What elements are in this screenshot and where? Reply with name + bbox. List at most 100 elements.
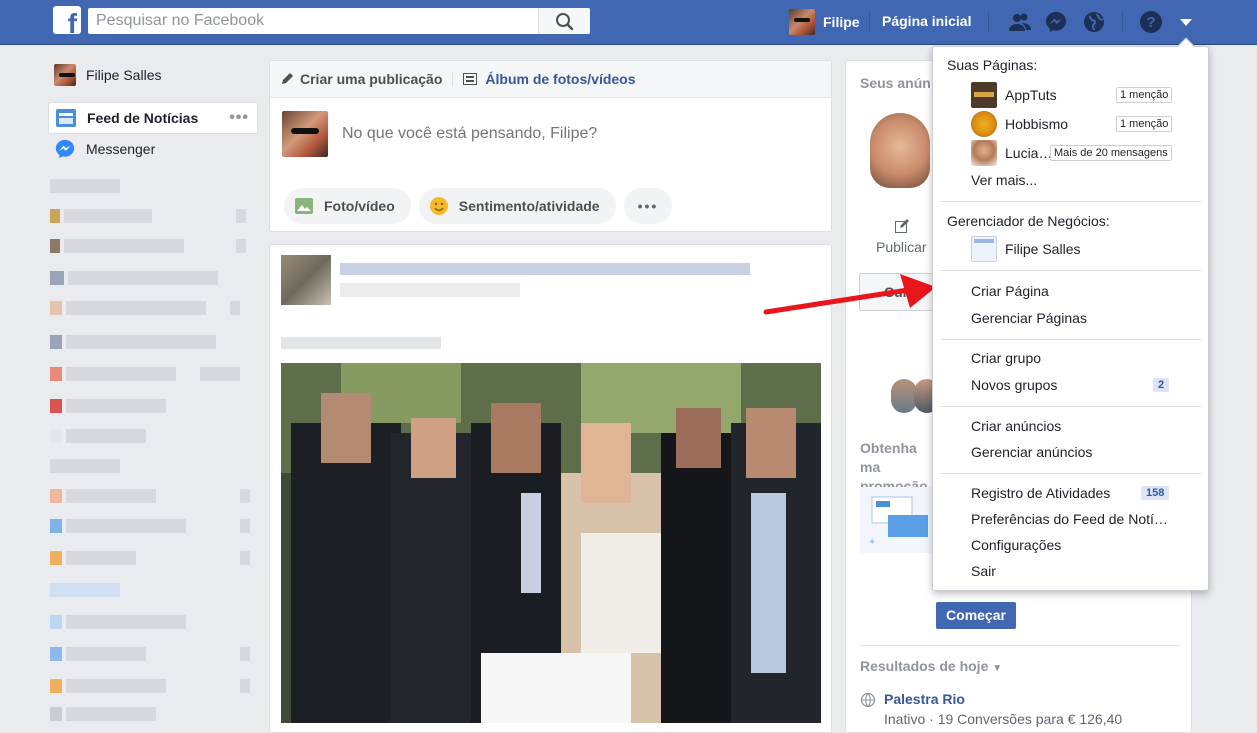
- publish-button[interactable]: Publicar: [876, 239, 927, 255]
- search-box: [88, 8, 590, 34]
- chevron-down-icon: ▼: [992, 663, 1003, 674]
- promo-illustration-icon: ✦: [868, 496, 928, 548]
- feeling-label: Sentimento/atividade: [458, 198, 600, 214]
- create-group-item[interactable]: Criar grupo: [971, 350, 1041, 366]
- page-item-apptuts[interactable]: AppTuts: [971, 82, 1057, 108]
- messenger-icon: [55, 139, 75, 159]
- pencil-icon: [282, 73, 293, 84]
- profile-link[interactable]: Filipe: [789, 8, 860, 36]
- facebook-logo-icon[interactable]: f: [53, 6, 81, 34]
- results-today-label: Resultados de hoje: [860, 658, 989, 674]
- status-input[interactable]: [342, 125, 762, 143]
- profile-name: Filipe: [823, 14, 860, 30]
- account-menu-arrow-icon[interactable]: [1174, 10, 1198, 34]
- campaign-link[interactable]: Palestra Rio: [884, 691, 965, 707]
- help-icon[interactable]: ?: [1139, 10, 1163, 34]
- your-pages-heading: Suas Páginas:: [947, 57, 1038, 73]
- promo-illustration: ✦: [860, 487, 934, 553]
- results-today-dropdown[interactable]: Resultados de hoje ▼: [860, 658, 1002, 674]
- blurred-post-text: [281, 337, 441, 349]
- photo-album-tab[interactable]: Álbum de fotos/vídeos: [463, 71, 636, 87]
- page-name: AppTuts: [1005, 87, 1057, 103]
- search-button[interactable]: [538, 8, 590, 34]
- blurred-post-meta: [340, 283, 520, 297]
- menu-divider: [941, 473, 1201, 474]
- composer-body: [282, 111, 762, 157]
- photo-video-button[interactable]: Foto/vídeo: [284, 188, 411, 224]
- avatar: [54, 64, 76, 86]
- page-item-hobbismo[interactable]: Hobbismo: [971, 111, 1068, 137]
- start-button[interactable]: Começar: [936, 602, 1016, 629]
- avatar: [281, 255, 331, 305]
- ads-panel-title: Seus anún: [860, 75, 931, 91]
- feed-post: [269, 244, 832, 733]
- business-icon: [971, 236, 997, 262]
- smiley-icon: [429, 197, 448, 215]
- album-label: Álbum de fotos/vídeos: [485, 71, 636, 87]
- tab-divider: [452, 72, 454, 86]
- left-sidebar: Filipe Salles Feed de Notícias ••• Messe…: [48, 60, 258, 164]
- news-feed-preferences-item[interactable]: Preferências do Feed de Notí…: [971, 511, 1168, 527]
- top-navigation-bar: f Filipe Página inicial ?: [0, 0, 1257, 45]
- nav-divider: [1122, 12, 1123, 32]
- see-more-link[interactable]: Ver mais...: [971, 172, 1037, 188]
- composer-actions: Foto/vídeo Sentimento/atividade •••: [284, 188, 673, 224]
- page-item-lucia[interactable]: Lucia…: [971, 140, 1052, 166]
- menu-divider: [941, 201, 1201, 202]
- nav-divider: [988, 12, 989, 32]
- more-options-icon[interactable]: •••: [229, 109, 249, 127]
- settings-item[interactable]: Configurações: [971, 537, 1061, 553]
- new-groups-item[interactable]: Novos grupos: [971, 377, 1057, 393]
- create-post-tab[interactable]: Criar uma publicação: [280, 71, 442, 87]
- sidebar-item-news-feed[interactable]: Feed de Notícias •••: [48, 102, 258, 134]
- page-avatar: [971, 140, 997, 166]
- home-link[interactable]: Página inicial: [882, 13, 971, 29]
- business-account-item[interactable]: Filipe Salles: [971, 236, 1080, 262]
- more-options-icon: •••: [637, 198, 659, 214]
- annotation-arrow: [763, 274, 936, 315]
- page-name: Lucia…: [1005, 145, 1053, 161]
- activity-count-badge: 158: [1141, 486, 1170, 500]
- business-manager-heading: Gerenciador de Negócios:: [947, 213, 1110, 229]
- sidebar-item-label: Messenger: [86, 141, 156, 157]
- campaign-status: Inativo · 19 Conversões para € 126,40: [884, 711, 1123, 727]
- nav-divider: [869, 12, 870, 32]
- activity-log-item[interactable]: Registro de Atividades: [971, 485, 1110, 501]
- avatar: [282, 111, 328, 157]
- page-avatar: [971, 111, 997, 137]
- messages-badge: Mais de 20 mensagens: [1050, 145, 1172, 161]
- logout-item[interactable]: Sair: [971, 563, 996, 579]
- search-icon: [556, 13, 574, 31]
- page-name: Hobbismo: [1005, 116, 1069, 132]
- edit-icon: [895, 219, 909, 233]
- new-groups-count-badge: 2: [1153, 378, 1170, 392]
- sidebar-profile-name: Filipe Salles: [86, 67, 162, 83]
- post-composer: Criar uma publicação Álbum de fotos/víde…: [269, 60, 832, 232]
- sidebar-item-messenger[interactable]: Messenger: [48, 134, 258, 164]
- manage-pages-item[interactable]: Gerenciar Páginas: [971, 310, 1087, 326]
- messenger-icon[interactable]: [1044, 10, 1068, 34]
- menu-divider: [941, 339, 1201, 340]
- composer-header: Criar uma publicação Álbum de fotos/víde…: [270, 61, 831, 98]
- avatar: [789, 9, 815, 35]
- divider: [860, 645, 1180, 646]
- menu-divider: [941, 270, 1201, 271]
- post-photo[interactable]: [281, 363, 821, 723]
- business-account-name: Filipe Salles: [1005, 241, 1081, 257]
- globe-notifications-icon[interactable]: [1082, 10, 1106, 34]
- page-avatar: [971, 82, 997, 108]
- search-input[interactable]: [88, 8, 538, 34]
- feeling-activity-button[interactable]: Sentimento/atividade: [418, 188, 616, 224]
- create-ads-item[interactable]: Criar anúncios: [971, 418, 1061, 434]
- create-page-item[interactable]: Criar Página: [971, 283, 1049, 299]
- create-post-label: Criar uma publicação: [300, 71, 443, 87]
- sidebar-profile[interactable]: Filipe Salles: [48, 60, 258, 90]
- more-options-button[interactable]: •••: [623, 188, 673, 224]
- globe-icon: [860, 692, 876, 708]
- manage-ads-item[interactable]: Gerenciar anúncios: [971, 444, 1092, 460]
- friend-requests-icon[interactable]: [1008, 10, 1032, 34]
- menu-divider: [941, 406, 1201, 407]
- album-icon: [463, 73, 478, 85]
- blurred-post-header: [340, 263, 750, 275]
- account-dropdown-menu: Suas Páginas: AppTuts 1 menção Hobbismo …: [932, 37, 1209, 591]
